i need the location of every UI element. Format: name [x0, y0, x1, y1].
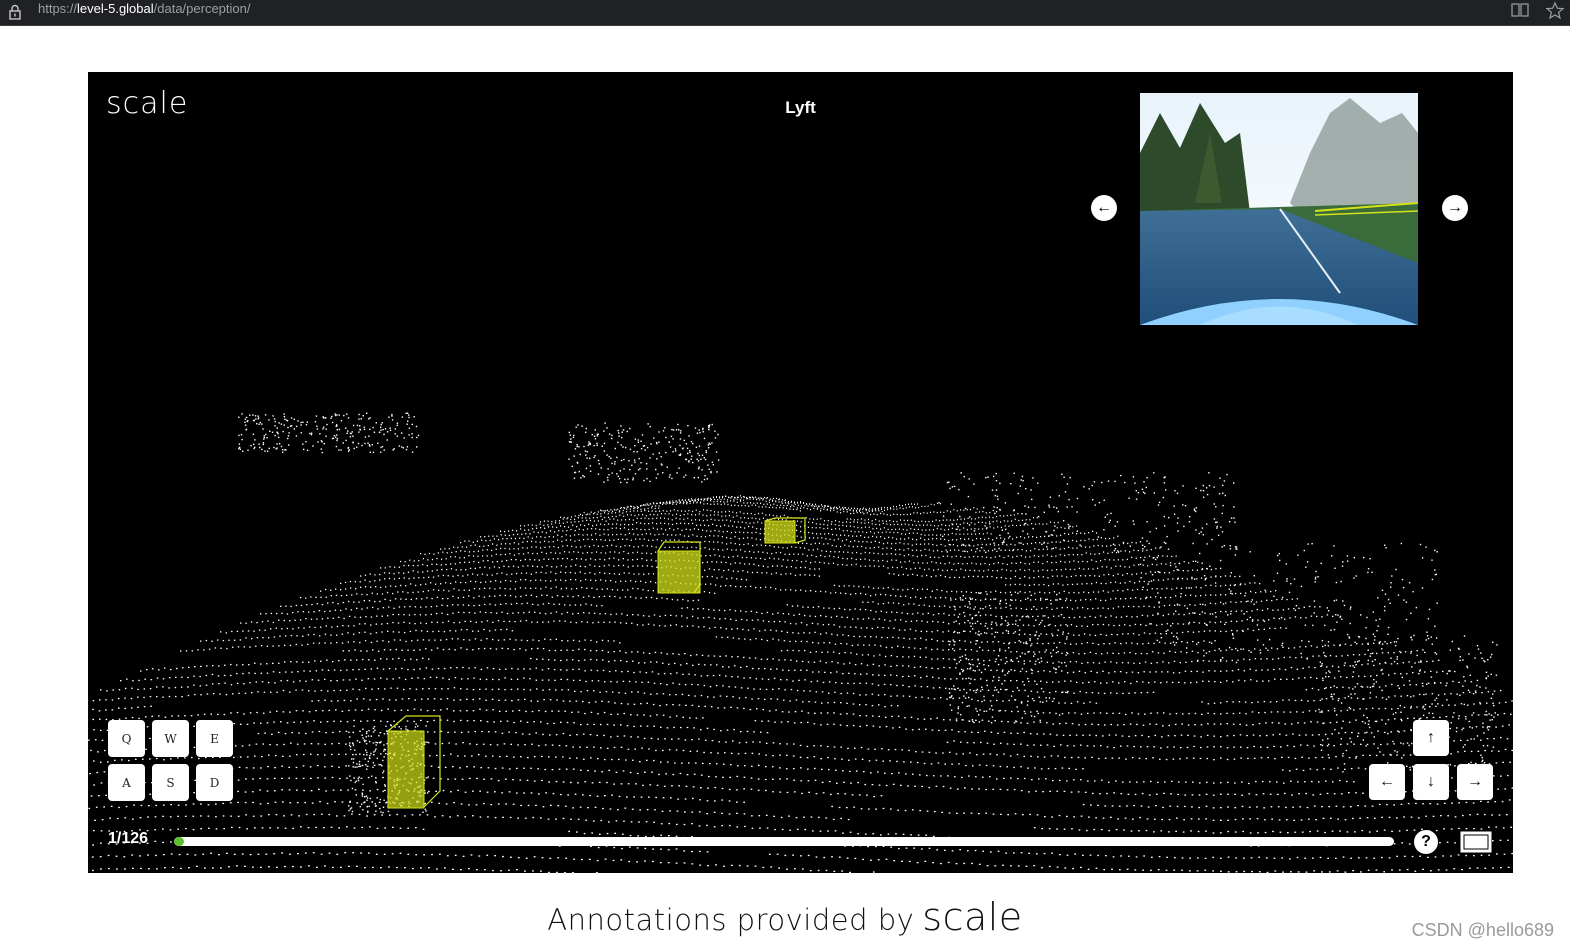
arrow-right-button[interactable]: → [1457, 764, 1493, 800]
reader-mode-icon[interactable] [1510, 1, 1530, 21]
footer-text: Annotations provided by [547, 903, 915, 937]
lock-icon[interactable] [8, 4, 22, 20]
key-d[interactable]: D [196, 764, 233, 801]
frame-counter: 1/126 [108, 830, 149, 847]
browser-address-bar: https://level-5.global/data/perception/ [0, 0, 1570, 26]
scale-logo: scale [106, 86, 189, 121]
arrow-up-button[interactable]: ↑ [1413, 720, 1449, 756]
url-field[interactable]: https://level-5.global/data/perception/ [38, 1, 251, 16]
favorite-star-icon[interactable] [1545, 1, 1565, 21]
url-host: level-5.global [77, 1, 154, 16]
url-path: /data/perception/ [153, 1, 251, 16]
timeline-progress-fill [174, 837, 184, 846]
key-e[interactable]: E [196, 720, 233, 757]
arrow-left-button[interactable]: ← [1369, 764, 1405, 800]
bounding-box-mid[interactable] [657, 541, 701, 594]
help-button[interactable]: ? [1414, 830, 1438, 854]
footer-scale-logo: scale [922, 895, 1023, 939]
footer-credit: Annotations provided by scale [0, 895, 1570, 939]
key-q[interactable]: Q [108, 720, 145, 757]
prev-camera-button[interactable]: ← [1091, 195, 1117, 221]
url-scheme: https:// [38, 1, 78, 16]
fullscreen-icon[interactable] [1459, 830, 1493, 854]
key-s[interactable]: S [152, 764, 189, 801]
next-camera-button[interactable]: → [1442, 195, 1468, 221]
bounding-box-far-right[interactable] [764, 517, 806, 544]
dataset-title: Lyft [785, 98, 816, 117]
key-a[interactable]: A [108, 764, 145, 801]
arrow-down-button[interactable]: ↓ [1413, 764, 1449, 800]
perception-viewer[interactable]: scale Lyft ← → Q W E A S D ↑ ← ↓ → 1/126… [88, 72, 1513, 873]
csdn-watermark: CSDN @hello689 [1411, 920, 1554, 940]
bounding-box-near-left[interactable] [387, 715, 441, 809]
timeline-slider[interactable] [174, 837, 1394, 846]
camera-preview-image[interactable] [1140, 93, 1418, 325]
key-w[interactable]: W [152, 720, 189, 757]
